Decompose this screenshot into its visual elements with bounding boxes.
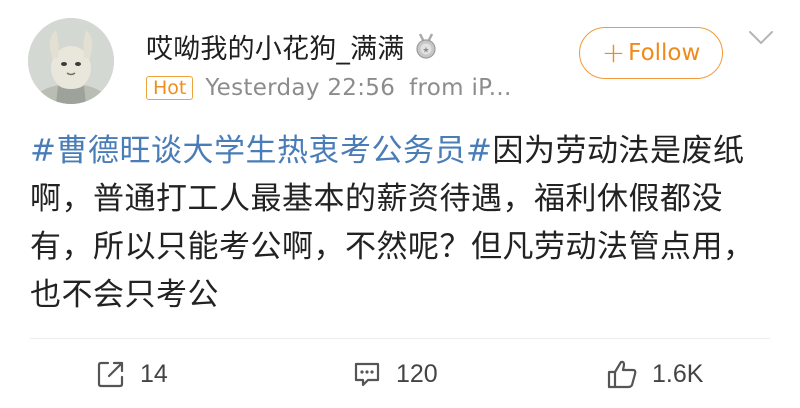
divider xyxy=(30,338,770,339)
thumbs-up-icon xyxy=(607,360,637,389)
post-text: #曹德旺谈大学生热衷考公务员#因为劳动法是废纸啊，普通打工人最基本的薪资待遇，福… xyxy=(30,127,770,319)
like-button[interactable]: 1.6K xyxy=(606,354,703,394)
repost-count: 14 xyxy=(140,359,168,388)
avatar[interactable] xyxy=(28,18,114,104)
weibo-post-card: 哎呦我的小花狗_满满 ★ Hot Yesterday 22:56 from iP… xyxy=(0,0,800,408)
comment-count: 120 xyxy=(396,359,438,388)
follow-label: Follow xyxy=(628,40,701,66)
chevron-down-icon[interactable] xyxy=(748,30,774,46)
plus-icon: + xyxy=(601,36,626,69)
comment-icon xyxy=(354,362,380,387)
action-bar: 14 120 1.6K xyxy=(0,354,800,394)
avatar-illustration xyxy=(28,18,114,104)
username[interactable]: 哎呦我的小花狗_满满 xyxy=(146,27,405,66)
like-count: 1.6K xyxy=(652,359,704,388)
post-time: Yesterday 22:56 xyxy=(205,75,396,101)
hot-badge: Hot xyxy=(146,76,194,100)
repost-icon xyxy=(97,361,124,388)
username-row: 哎呦我的小花狗_满满 ★ xyxy=(146,27,439,66)
follow-button[interactable]: + Follow xyxy=(579,27,723,79)
post-source[interactable]: from iP... xyxy=(409,75,511,101)
medal-icon[interactable]: ★ xyxy=(413,32,439,60)
meta-row: Hot Yesterday 22:56 from iP... xyxy=(146,73,512,103)
hashtag-link[interactable]: #曹德旺谈大学生热衷考公务员# xyxy=(30,133,492,169)
comment-button[interactable]: 120 xyxy=(352,354,438,394)
svg-text:★: ★ xyxy=(422,46,429,55)
repost-button[interactable]: 14 xyxy=(96,354,168,394)
